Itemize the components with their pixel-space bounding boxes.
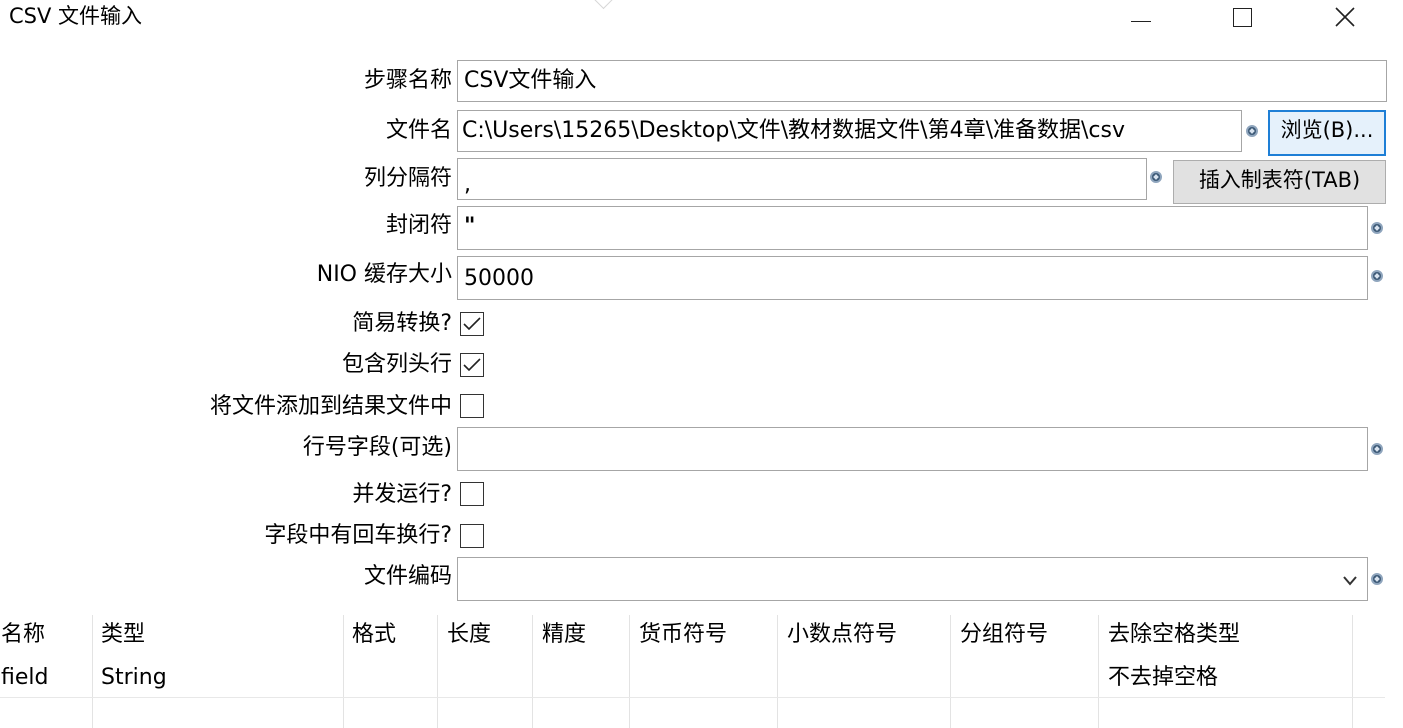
table-cell-name[interactable]: field bbox=[1, 658, 48, 698]
column-divider bbox=[1352, 615, 1353, 728]
step-name-label: 步骤名称 bbox=[363, 68, 452, 93]
variable-icon[interactable] bbox=[1371, 222, 1383, 234]
column-divider bbox=[777, 615, 778, 728]
column-header-grouping[interactable]: 分组符号 bbox=[960, 615, 1048, 655]
minimize-icon bbox=[1131, 20, 1151, 22]
variable-icon[interactable] bbox=[1246, 125, 1258, 137]
column-header-currency[interactable]: 货币符号 bbox=[639, 615, 727, 655]
column-divider bbox=[437, 615, 438, 728]
enclosure-label: 封闭符 bbox=[385, 213, 452, 238]
filename-label: 文件名 bbox=[385, 118, 452, 143]
add-to-result-checkbox[interactable] bbox=[460, 394, 484, 418]
window-title: CSV 文件输入 bbox=[9, 4, 143, 28]
delimiter-input[interactable]: , bbox=[457, 158, 1147, 200]
lazy-conversion-checkbox[interactable] bbox=[460, 312, 484, 336]
browse-button[interactable]: 浏览(B)... bbox=[1268, 110, 1386, 156]
column-header-precision[interactable]: 精度 bbox=[542, 615, 586, 655]
column-divider bbox=[1098, 615, 1099, 728]
header-row-checkbox[interactable] bbox=[460, 353, 484, 377]
row-num-field-input[interactable] bbox=[457, 427, 1368, 471]
lazy-conversion-label: 简易转换? bbox=[352, 311, 452, 336]
insert-tab-button[interactable]: 插入制表符(TAB) bbox=[1173, 160, 1386, 204]
column-divider bbox=[343, 615, 344, 728]
column-header-format[interactable]: 格式 bbox=[352, 615, 396, 655]
newline-in-field-label: 字段中有回车换行? bbox=[264, 523, 452, 548]
variable-icon[interactable] bbox=[1371, 573, 1383, 585]
column-header-decimal[interactable]: 小数点符号 bbox=[787, 615, 897, 655]
filename-input[interactable]: C:\Users\15265\Desktop\文件\教材数据文件\第4章\准备数… bbox=[457, 110, 1242, 152]
encoding-select[interactable] bbox=[457, 557, 1368, 601]
enclosure-input[interactable]: " bbox=[457, 206, 1368, 250]
column-divider bbox=[629, 615, 630, 728]
variable-icon[interactable] bbox=[1150, 171, 1162, 183]
newline-in-field-checkbox[interactable] bbox=[460, 524, 484, 548]
table-cell-type[interactable]: String bbox=[101, 658, 167, 698]
table-cell-trim-type[interactable]: 不去掉空格 bbox=[1108, 658, 1218, 698]
maximize-icon bbox=[1232, 7, 1252, 27]
header-row-label: 包含列头行 bbox=[341, 352, 452, 377]
delimiter-label: 列分隔符 bbox=[363, 166, 452, 191]
tooltip-caret bbox=[592, 0, 615, 10]
column-header-type[interactable]: 类型 bbox=[101, 615, 145, 655]
parallel-label: 并发运行? bbox=[352, 482, 452, 507]
nio-buffer-label: NIO 缓存大小 bbox=[316, 262, 452, 287]
variable-icon[interactable] bbox=[1371, 443, 1383, 455]
chevron-down-icon[interactable] bbox=[1343, 576, 1357, 586]
column-divider bbox=[532, 615, 533, 728]
column-header-length[interactable]: 长度 bbox=[447, 615, 491, 655]
close-button[interactable] bbox=[1322, 0, 1368, 34]
close-icon bbox=[1335, 7, 1355, 27]
step-name-input[interactable]: CSV文件输入 bbox=[457, 60, 1387, 102]
column-header-name[interactable]: 名称 bbox=[1, 615, 45, 655]
row-num-field-label: 行号字段(可选) bbox=[302, 435, 452, 460]
column-header-trim-type[interactable]: 去除空格类型 bbox=[1108, 615, 1240, 655]
encoding-label: 文件编码 bbox=[363, 564, 452, 589]
checkmark-icon bbox=[463, 317, 481, 331]
checkmark-icon bbox=[463, 358, 481, 372]
minimize-button[interactable] bbox=[1118, 0, 1164, 34]
parallel-checkbox[interactable] bbox=[460, 482, 484, 506]
maximize-button[interactable] bbox=[1219, 0, 1265, 34]
nio-buffer-input[interactable]: 50000 bbox=[457, 256, 1368, 300]
column-divider bbox=[92, 615, 93, 728]
column-divider bbox=[950, 615, 951, 728]
add-to-result-label: 将文件添加到结果文件中 bbox=[209, 394, 452, 419]
variable-icon[interactable] bbox=[1371, 270, 1383, 282]
